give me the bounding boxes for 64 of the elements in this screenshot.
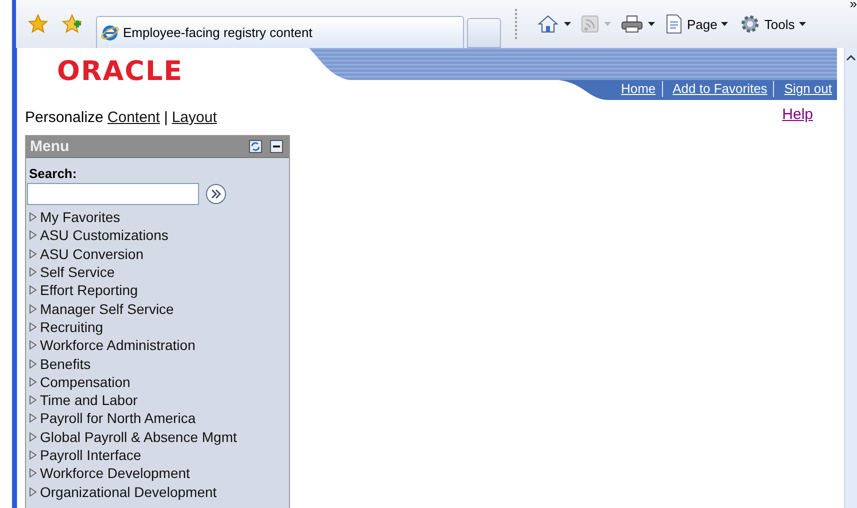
menu-item[interactable]: Benefits	[28, 354, 289, 373]
menu-item[interactable]: Effort Reporting	[28, 281, 289, 300]
expand-triangle-icon[interactable]	[28, 304, 37, 314]
expand-triangle-icon[interactable]	[28, 267, 37, 278]
search-label: Search:	[29, 166, 77, 181]
menu-item[interactable]: Self Service	[28, 262, 289, 282]
add-favorite-icon[interactable]	[62, 14, 82, 34]
expand-triangle-icon[interactable]	[28, 413, 37, 424]
expand-triangle-icon[interactable]	[28, 322, 37, 332]
menu-item[interactable]: Recruiting	[28, 318, 289, 336]
menu-item[interactable]: Manager Self Service	[28, 299, 289, 318]
menu-item[interactable]: Payroll for North America	[28, 409, 289, 428]
expand-triangle-icon[interactable]	[28, 285, 37, 296]
expand-triangle-icon[interactable]	[28, 230, 37, 240]
personalize-label: Personalize	[25, 109, 104, 126]
menu-item[interactable]: Payroll Interface	[28, 446, 289, 464]
menu-item[interactable]: Workforce Administration	[28, 336, 289, 354]
scrollbar[interactable]	[844, 48, 857, 508]
oracle-logo: ORACLE	[57, 57, 184, 87]
expand-triangle-icon[interactable]	[28, 376, 37, 387]
favorites-link[interactable]: Add to Favorites	[662, 81, 774, 97]
page-menu-button[interactable]: Page	[665, 14, 728, 34]
gear-icon	[740, 14, 760, 34]
menu-item[interactable]: ASU Customizations	[28, 226, 289, 245]
expand-triangle-icon[interactable]	[28, 358, 37, 369]
expand-triangle-icon[interactable]	[28, 486, 37, 497]
menu-title: Menu	[30, 138, 70, 155]
dropdown-icon[interactable]	[721, 22, 728, 26]
expand-triangle-icon[interactable]	[28, 248, 37, 259]
tools-menu-button[interactable]: Tools	[740, 14, 806, 34]
go-icon[interactable]	[205, 183, 227, 205]
sign-out-link[interactable]: Sign out	[774, 81, 838, 97]
favorites-star-icon[interactable]	[28, 14, 48, 34]
menu-item[interactable]: My Favorites	[28, 208, 289, 226]
browser-logo-icon	[101, 24, 119, 42]
expand-triangle-icon[interactable]	[28, 468, 37, 478]
menu-item[interactable]: Organizational Development	[28, 482, 289, 501]
help-link[interactable]: Help	[782, 106, 813, 123]
printer-icon[interactable]	[621, 15, 643, 33]
tab-title: Employee-facing registry content	[123, 25, 312, 40]
browser-tab[interactable]: Employee-facing registry content	[96, 16, 464, 48]
expand-triangle-icon[interactable]	[28, 450, 37, 460]
menu-item[interactable]: Global Payroll & Absence Mgmt	[28, 428, 289, 446]
expand-triangle-icon[interactable]	[28, 340, 37, 350]
dropdown-icon[interactable]	[648, 22, 655, 26]
menu-item[interactable]: Workforce Development	[28, 464, 289, 482]
menu-item[interactable]: Compensation	[28, 372, 289, 391]
layout-link[interactable]: Layout	[172, 109, 217, 126]
home-link[interactable]: Home	[610, 81, 663, 97]
content-link[interactable]: Content	[107, 109, 160, 126]
page-icon	[665, 14, 683, 34]
search-field[interactable]	[27, 183, 199, 205]
expand-triangle-icon[interactable]	[28, 432, 37, 442]
expand-triangle-icon[interactable]	[28, 212, 37, 222]
menu-item[interactable]: Time and Labor	[28, 390, 289, 410]
link-separator: |	[164, 109, 168, 126]
minimize-icon[interactable]	[270, 140, 283, 153]
dropdown-icon[interactable]	[798, 22, 806, 26]
toolbar-overflow-button[interactable]: »	[850, 0, 857, 11]
dropdown-icon[interactable]	[564, 22, 571, 26]
home-icon[interactable]	[537, 14, 559, 34]
menu-item[interactable]: ASU Conversion	[28, 244, 289, 263]
expand-triangle-icon[interactable]	[28, 395, 37, 406]
refresh-icon[interactable]	[249, 140, 262, 153]
